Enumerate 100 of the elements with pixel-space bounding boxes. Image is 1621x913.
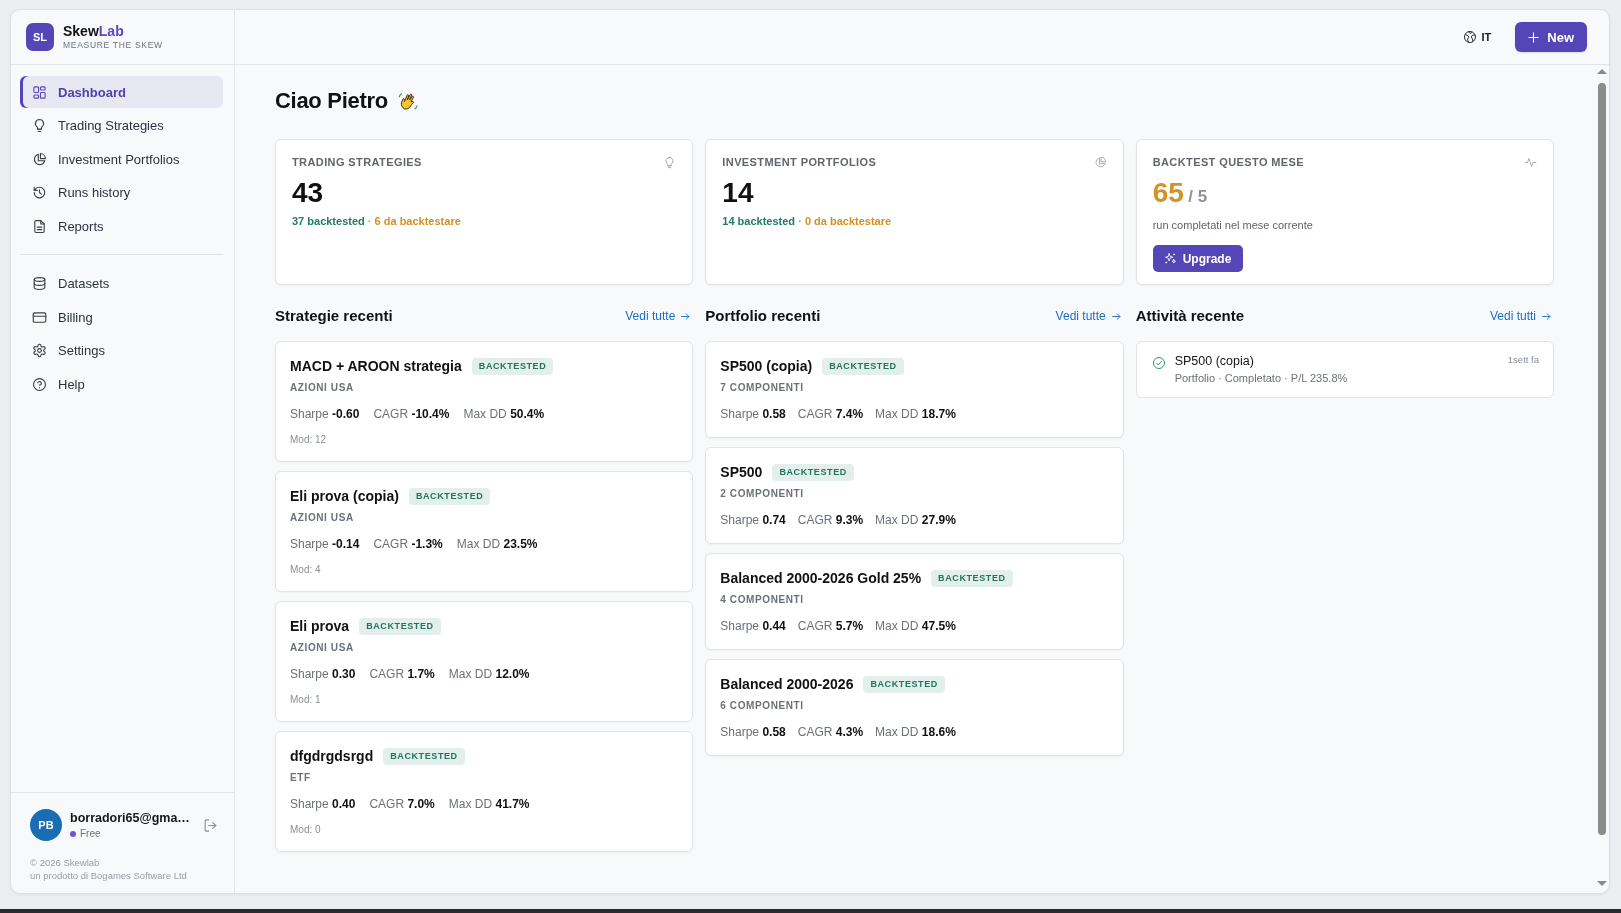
portfolio-card[interactable]: Balanced 2000-2026 BACKTESTED 6 COMPONENTI Sharpe 0.58 CAGR 4.3% Max DD 18.6% — [705, 659, 1124, 756]
mod-count: Mod: 12 — [290, 433, 327, 447]
nav-item[interactable]: Billing — [20, 301, 223, 334]
item-category: AZIONI USA — [290, 641, 354, 655]
pie-chart-icon — [32, 151, 47, 167]
brand-name: SkewLab — [63, 23, 124, 39]
nav-item[interactable]: Trading Strategies — [20, 109, 223, 142]
metric: Sharpe 0.58 — [720, 406, 786, 423]
mod-count: Mod: 1 — [290, 693, 321, 707]
metric: Sharpe 0.74 — [720, 512, 786, 529]
view-all-link[interactable]: Vedi tutte — [1055, 309, 1122, 323]
settings-icon — [32, 343, 47, 359]
item-category: AZIONI USA — [290, 511, 354, 525]
item-name: SP500 — [720, 463, 763, 482]
help-icon — [32, 376, 47, 392]
lightbulb-icon — [32, 118, 47, 134]
metric: Sharpe 0.58 — [720, 724, 786, 741]
metric: Max DD 18.6% — [875, 724, 956, 741]
stat-label: BACKTEST QUESTO MESE — [1152, 155, 1305, 169]
metric: CAGR 7.0% — [369, 796, 435, 813]
logo-tile: SL — [26, 23, 54, 51]
strategy-card[interactable]: MACD + AROON strategia BACKTESTED AZIONI USA Sharpe -0.60 CAGR -10.4% Max DD 50.4% Mod: 12 — [275, 341, 694, 462]
item-category: AZIONI USA — [290, 381, 354, 395]
portfolio-card[interactable]: SP500 BACKTESTED 2 COMPONENTI Sharpe 0.74 CAGR 9.3% Max DD 27.9% — [705, 447, 1124, 544]
status-badge: BACKTESTED — [822, 357, 904, 375]
upgrade-button[interactable]: Upgrade — [1152, 245, 1244, 272]
view-all-link[interactable]: Vedi tutte — [625, 309, 692, 323]
logout-icon[interactable] — [203, 817, 218, 833]
portfolio-card[interactable]: Balanced 2000-2026 Gold 25% BACKTESTED 4 COMPONENTI Sharpe 0.44 CAGR 5.7% Max DD 47.5% — [705, 553, 1124, 650]
item-name: Balanced 2000-2026 Gold 25% — [720, 569, 922, 588]
metric: CAGR 4.3% — [797, 724, 864, 741]
new-button[interactable]: New — [1515, 22, 1587, 52]
status-badge: BACKTESTED — [863, 675, 945, 693]
database-icon — [32, 276, 47, 292]
item-name: Eli prova (copia) — [290, 487, 399, 506]
quota-value: 65/ 5 — [1152, 178, 1208, 210]
stat-summary: 37 backtested · 6 da backtestare — [292, 214, 461, 228]
view-all-link[interactable]: Vedi tutti — [1489, 309, 1552, 323]
sparkle-icon — [1163, 252, 1177, 265]
user-avatar: PB — [30, 809, 62, 841]
document-icon — [32, 218, 47, 234]
item-name: Eli prova — [290, 617, 350, 636]
metric: CAGR 9.3% — [797, 512, 864, 529]
strategy-card[interactable]: dfgdrgdsrgd BACKTESTED ETF Sharpe 0.40 CAGR 7.0% Max DD 41.7% Mod: 0 — [275, 731, 694, 852]
metric: Sharpe 0.44 — [720, 618, 786, 635]
stat-summary: 14 backtested · 0 da backtestare — [722, 214, 892, 228]
strategy-card[interactable]: Eli prova (copia) BACKTESTED AZIONI USA Sharpe -0.14 CAGR -1.3% Max DD 23.5% Mod: 4 — [275, 471, 694, 592]
credit-card-icon — [32, 309, 47, 325]
status-badge: BACKTESTED — [383, 747, 465, 765]
item-category: 4 COMPONENTI — [720, 593, 804, 607]
metric: CAGR -1.3% — [373, 536, 443, 553]
nav-item[interactable]: Datasets — [20, 267, 223, 300]
item-category: 7 COMPONENTI — [720, 381, 804, 395]
item-category: 2 COMPONENTI — [720, 487, 804, 501]
language-button[interactable]: IT — [1463, 28, 1492, 46]
item-category: ETF — [290, 771, 311, 785]
status-badge: BACKTESTED — [772, 463, 854, 481]
portfolio-card[interactable]: SP500 (copia) BACKTESTED 7 COMPONENTI Sharpe 0.58 CAGR 7.4% Max DD 18.7% — [705, 341, 1124, 438]
user-email: borradori65@gma… — [70, 810, 190, 826]
pulse-line-icon — [1524, 155, 1537, 169]
metric: Max DD 47.5% — [875, 618, 956, 635]
metric: CAGR 5.7% — [797, 618, 864, 635]
section-title: Attività recente — [1135, 306, 1245, 326]
activity-card[interactable]: SP500 (copia) Portfolio · Completato · P/L 235.8% 1sett fa — [1135, 341, 1554, 398]
lightbulb-icon — [663, 155, 677, 169]
activity-title: SP500 (copia) — [1174, 353, 1254, 369]
metric: Sharpe 0.40 — [290, 796, 356, 813]
item-name: MACD + AROON strategia — [290, 357, 462, 376]
section-title: Strategie recenti — [275, 306, 393, 326]
activity-meta: Portfolio · Completato · P/L 235.8% — [1174, 371, 1348, 385]
waving-hand-icon — [397, 91, 418, 111]
metric: Max DD 27.9% — [875, 512, 956, 529]
brand-tagline: MEASURE THE SKEW — [63, 40, 163, 51]
metric: Max DD 12.0% — [448, 666, 530, 683]
plus-icon — [1527, 30, 1541, 44]
metric: Sharpe 0.30 — [290, 666, 356, 683]
arrow-right-icon — [680, 310, 692, 322]
nav-item[interactable]: Reports — [20, 210, 223, 243]
metric: Max DD 41.7% — [448, 796, 530, 813]
section-title: Portfolio recenti — [705, 306, 821, 326]
nav-item[interactable]: Runs history — [20, 176, 223, 209]
history-icon — [32, 185, 47, 201]
item-name: dfgdrgdsrgd — [290, 747, 374, 766]
strategy-card[interactable]: Eli prova BACKTESTED AZIONI USA Sharpe 0.30 CAGR 1.7% Max DD 12.0% Mod: 1 — [275, 601, 694, 722]
plan-dot-icon — [70, 830, 76, 837]
greeting-heading: Ciao Pietro — [275, 88, 388, 114]
footer-text: © 2026 Skewlab — [30, 857, 100, 870]
plan-label: Free — [80, 827, 101, 840]
metric: Max DD 50.4% — [463, 406, 545, 423]
nav-item[interactable]: Investment Portfolios — [20, 143, 223, 176]
mod-count: Mod: 0 — [290, 823, 321, 837]
nav-item[interactable]: Settings — [20, 334, 223, 367]
status-badge: BACKTESTED — [408, 487, 491, 505]
status-badge: BACKTESTED — [359, 617, 441, 635]
globe-icon — [1463, 30, 1478, 44]
nav-item[interactable]: Help — [20, 368, 223, 401]
metric: Sharpe -0.14 — [290, 536, 360, 553]
metric: CAGR -10.4% — [373, 406, 450, 423]
nav-item[interactable]: Dashboard — [20, 76, 223, 108]
footer-text: un prodotto di Bogames Software Ltd — [30, 869, 187, 882]
